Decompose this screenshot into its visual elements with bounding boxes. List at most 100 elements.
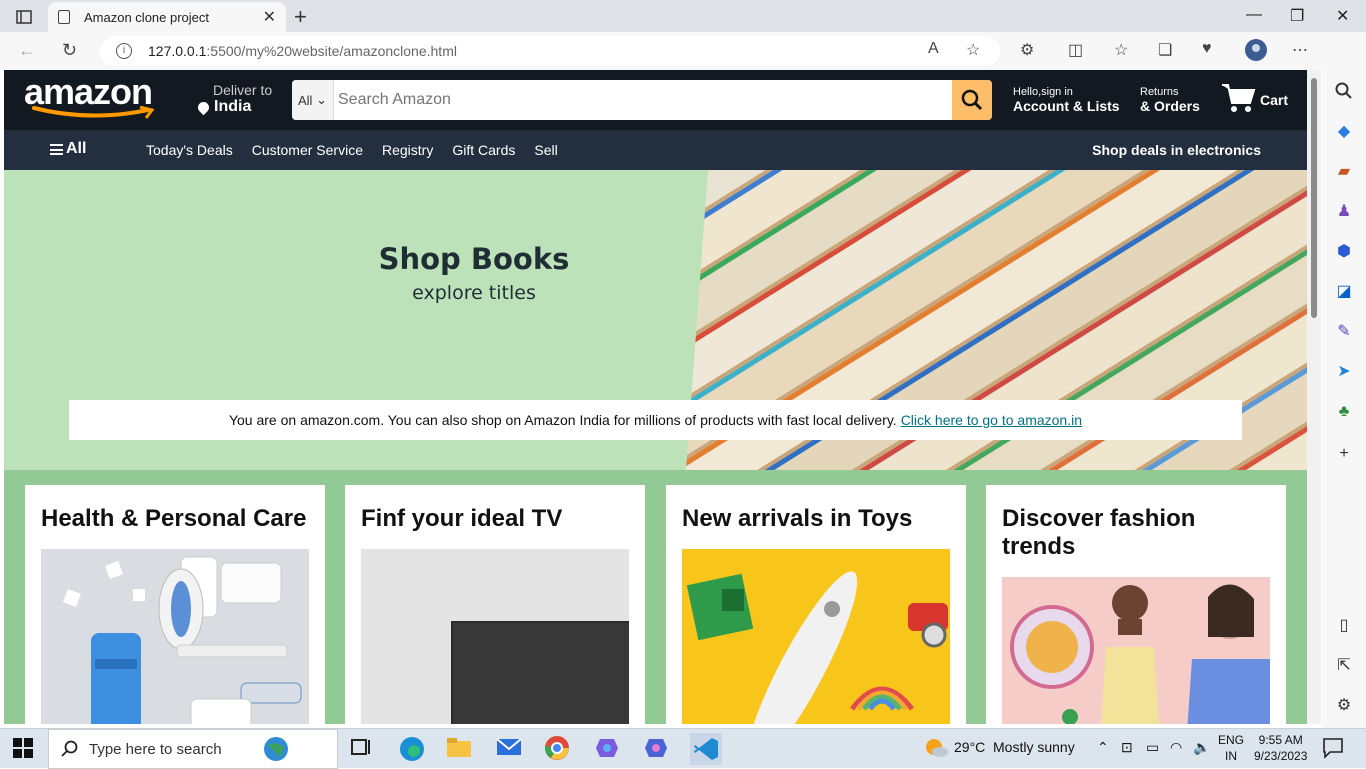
nav-link-todays-deals[interactable]: Today's Deals (146, 142, 233, 158)
send-icon[interactable]: ➤ (1334, 362, 1354, 382)
account-label: Account & Lists (1013, 98, 1120, 114)
toys-image (682, 549, 950, 724)
performance-icon[interactable]: ♥ (1202, 40, 1212, 58)
task-view-icon[interactable] (350, 735, 378, 763)
file-explorer-icon[interactable] (446, 735, 474, 763)
mail-icon[interactable] (496, 735, 524, 763)
favorites-icon[interactable]: ☆ (1114, 40, 1128, 60)
cart-icon (1222, 84, 1256, 112)
favorite-star-icon[interactable]: ☆ (966, 40, 980, 60)
amazon-logo[interactable]: amazon (24, 72, 176, 122)
close-window-icon[interactable]: ✕ (1336, 6, 1349, 26)
taskbar-search[interactable]: Type here to search (48, 729, 338, 769)
location-pin-icon (195, 99, 212, 115)
nav-link-registry[interactable]: Registry (382, 142, 433, 158)
microsoft365-taskbar-icon[interactable] (643, 735, 671, 763)
edge-sidebar: ◆ ▰ ♟ ⬢ ◪ ✎ ➤ ♣ + ▯ ⇱ ⚙ (1322, 32, 1366, 728)
volume-icon[interactable]: 🔈 (1193, 739, 1210, 756)
open-external-icon[interactable]: ⇱ (1334, 656, 1354, 676)
browser-tab-bar: Amazon clone project ✕ + — ❐ ✕ (0, 0, 1366, 32)
battery-icon[interactable]: ▭ (1146, 739, 1159, 756)
cart[interactable]: Cart (1220, 82, 1288, 114)
search-icon[interactable] (1334, 82, 1354, 102)
notifications-icon[interactable] (1322, 737, 1350, 765)
sidebar-toggle-icon[interactable]: ▯ (1334, 616, 1354, 636)
chevron-up-icon[interactable]: ⌃ (1097, 739, 1109, 756)
language-indicator[interactable]: ENG IN (1218, 732, 1244, 764)
nav-link-customer-service[interactable]: Customer Service (252, 142, 363, 158)
split-screen-icon[interactable]: ◫ (1068, 40, 1083, 60)
copilot-taskbar-icon[interactable] (594, 735, 622, 763)
tab-close-icon[interactable]: ✕ (263, 7, 276, 27)
page-scrollbar[interactable] (1307, 70, 1321, 724)
search-input[interactable] (334, 80, 952, 120)
windows-taskbar: Type here to search 29°C Mostly sunny ⌃ … (0, 728, 1366, 769)
browser-tab[interactable]: Amazon clone project ✕ (48, 2, 286, 32)
weather-text[interactable]: Mostly sunny (993, 739, 1075, 755)
returns-orders[interactable]: Returns & Orders (1140, 86, 1200, 114)
box-tv[interactable]: Finf your ideal TV (345, 485, 645, 724)
read-aloud-icon[interactable]: A (928, 40, 939, 58)
tv-image (361, 549, 629, 724)
outlook-icon[interactable]: ◪ (1334, 282, 1354, 302)
minimize-icon[interactable]: — (1246, 6, 1262, 24)
hamburger-icon (50, 143, 63, 155)
box-toys[interactable]: New arrivals in Toys (666, 485, 966, 724)
tree-icon[interactable]: ♣ (1334, 402, 1354, 422)
tools-icon[interactable]: ▰ (1334, 162, 1354, 182)
clock[interactable]: 9:55 AM 9/23/2023 (1254, 732, 1307, 764)
clock-time: 9:55 AM (1258, 733, 1303, 747)
collections-icon[interactable]: ❏ (1158, 40, 1172, 60)
box-title: Discover fashion trends (1002, 505, 1196, 560)
vscode-icon[interactable] (690, 733, 722, 765)
health-image (41, 549, 309, 724)
fashion-image (1002, 577, 1270, 724)
search-bar: All ⌄ (292, 80, 992, 120)
tab-actions-icon[interactable] (10, 6, 38, 28)
scrollbar-thumb[interactable] (1311, 78, 1317, 318)
refresh-icon[interactable]: ↻ (62, 40, 77, 61)
box-title: New arrivals in Toys (682, 505, 913, 532)
more-menu-icon[interactable]: ⋯ (1292, 40, 1308, 60)
page-viewport: amazon Deliver to India All ⌄ Hello,sign… (4, 70, 1307, 724)
nav-link-sell[interactable]: Sell (534, 142, 557, 158)
globe-icon (264, 735, 292, 763)
profile-avatar[interactable] (1244, 38, 1268, 67)
page-icon (58, 10, 70, 24)
region-notice: You are on amazon.com. You can also shop… (69, 400, 1242, 440)
search-button[interactable] (952, 80, 992, 120)
site-info-icon[interactable]: i (116, 43, 132, 59)
deliver-to[interactable]: Deliver to India (195, 82, 273, 116)
taskbar-search-placeholder: Type here to search (89, 740, 222, 758)
edge-taskbar-icon[interactable] (398, 735, 426, 763)
electronics-deals-link[interactable]: Shop deals in electronics (1092, 142, 1261, 158)
weather-temp[interactable]: 29°C (954, 739, 985, 755)
search-category-select[interactable]: All ⌄ (292, 80, 334, 120)
chrome-icon[interactable] (544, 735, 572, 763)
settings-gear-icon[interactable]: ⚙ (1334, 696, 1354, 716)
add-icon[interactable]: + (1334, 444, 1354, 464)
windows-start-icon[interactable] (12, 737, 40, 765)
new-tab-icon[interactable]: + (294, 4, 307, 30)
nav-link-gift-cards[interactable]: Gift Cards (452, 142, 515, 158)
microsoft365-icon[interactable]: ⬢ (1334, 242, 1354, 262)
extensions-icon[interactable]: ⚙ (1020, 40, 1034, 60)
address-bar[interactable]: i 127.0.0.1:5500/my%20website/amazonclon… (100, 36, 1000, 66)
designer-icon[interactable]: ✎ (1334, 322, 1354, 342)
box-fashion[interactable]: Discover fashion trends (986, 485, 1286, 724)
all-menu-button[interactable]: All (50, 140, 86, 158)
games-icon[interactable]: ♟ (1334, 202, 1354, 222)
back-icon[interactable]: ← (18, 40, 36, 61)
box-health[interactable]: Health & Personal Care (25, 485, 325, 724)
deliver-label: Deliver to (213, 82, 273, 98)
tab-title: Amazon clone project (84, 9, 210, 25)
search-icon (61, 740, 78, 757)
amazon-in-link[interactable]: Click here to go to amazon.in (901, 412, 1082, 428)
notice-text: You are on amazon.com. You can also shop… (228, 412, 897, 428)
network-device-icon[interactable]: ⊡ (1121, 739, 1133, 756)
wifi-icon[interactable]: ◠ (1170, 739, 1182, 756)
shopping-tag-icon[interactable]: ◆ (1334, 122, 1354, 142)
account-lists[interactable]: Hello,sign in Account & Lists (1013, 86, 1120, 114)
restore-icon[interactable]: ❐ (1290, 6, 1304, 26)
search-icon (961, 89, 983, 111)
